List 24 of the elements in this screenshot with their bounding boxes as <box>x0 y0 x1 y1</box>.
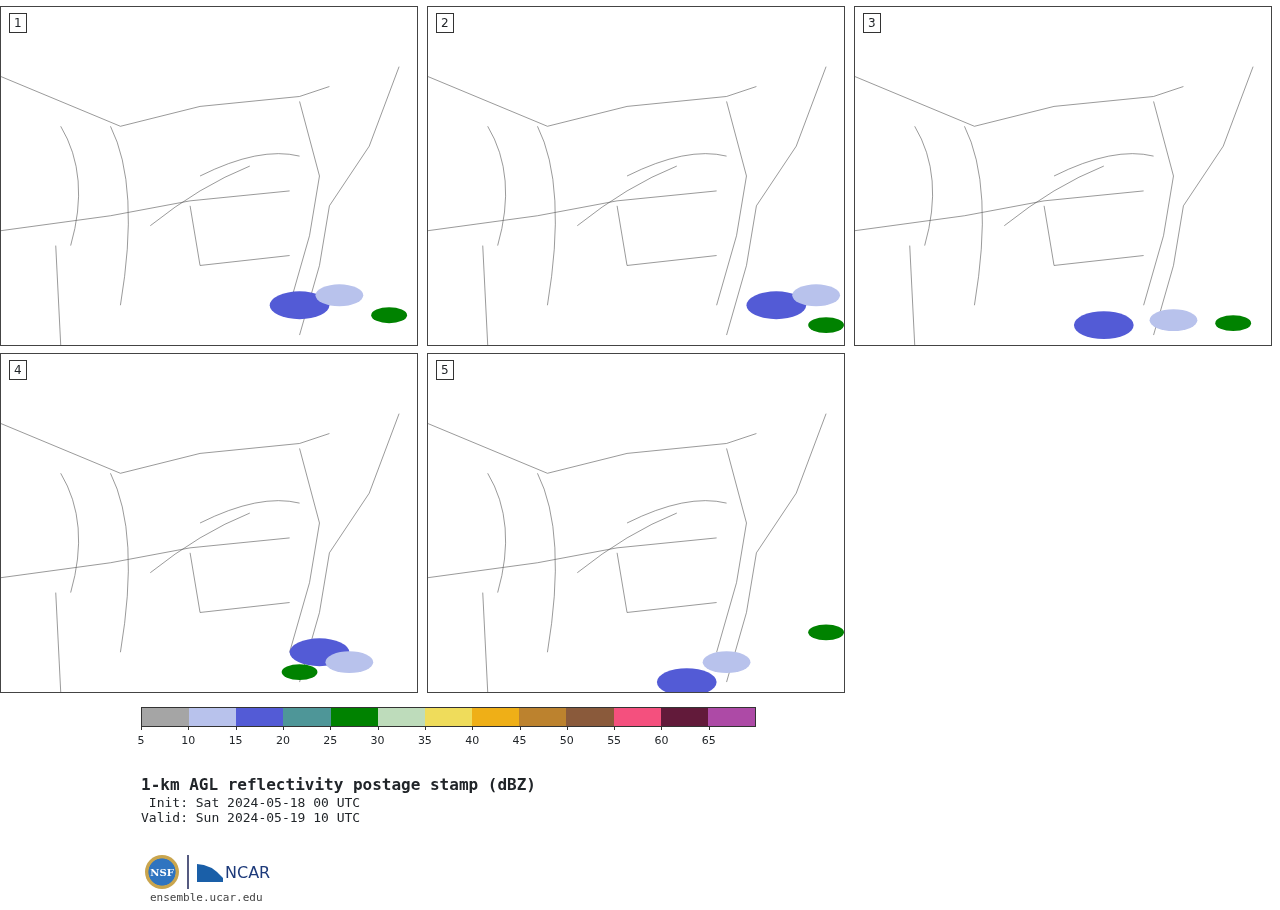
panel-number: 2 <box>436 13 454 33</box>
init-time: Init: Sat 2024-05-18 00 UTC <box>147 795 362 810</box>
tick-label: 45 <box>512 735 527 747</box>
tick-label: 25 <box>323 735 338 747</box>
tick-label: 20 <box>275 735 290 747</box>
tick-label: 50 <box>559 735 574 747</box>
tick-label: 30 <box>370 735 385 747</box>
chart-title: 1-km AGL reflectivity postage stamp (dBZ) <box>141 775 537 795</box>
valid-time: Valid: Sun 2024-05-19 10 UTC <box>141 810 362 825</box>
tick-label: 35 <box>417 735 432 747</box>
tick-label: 5 <box>137 735 145 747</box>
tick-label: 65 <box>701 735 716 747</box>
panel-number: 4 <box>9 360 27 380</box>
tick-label: 40 <box>465 735 480 747</box>
site-url: ensemble.ucar.edu <box>150 891 264 904</box>
panel-number: 5 <box>436 360 454 380</box>
ncar-logo: NCAR <box>197 862 271 882</box>
nsf-logo: NSF <box>145 855 179 889</box>
tick-label: 10 <box>181 735 196 747</box>
tick-label: 55 <box>607 735 622 747</box>
tick-label: 60 <box>654 735 669 747</box>
panel-number: 1 <box>9 13 27 33</box>
tick-label: 15 <box>228 735 243 747</box>
panel-number: 3 <box>863 13 881 33</box>
